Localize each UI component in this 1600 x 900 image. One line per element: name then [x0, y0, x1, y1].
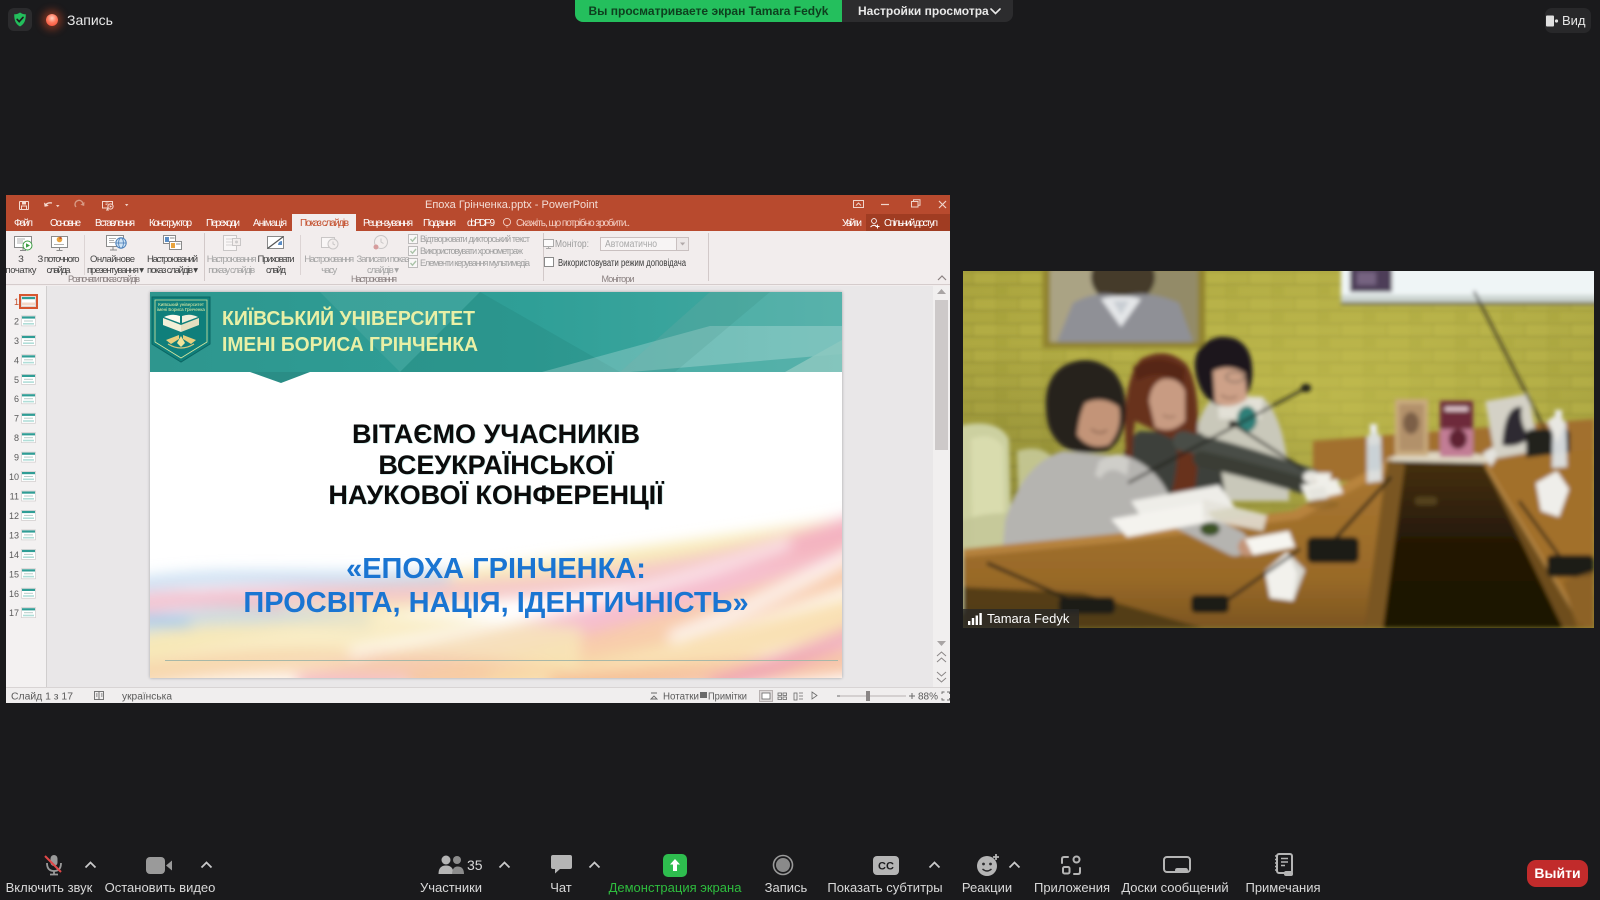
svg-text:Подання: Подання	[423, 218, 456, 229]
svg-text:Конструктор: Конструктор	[149, 218, 192, 229]
svg-text:Спільний доступ: Спільний доступ	[884, 218, 938, 229]
svg-text:Епоха Грінченка.pptx - PowerPo: Епоха Грінченка.pptx - PowerPoint	[425, 199, 598, 211]
svg-text:5: 5	[14, 375, 19, 385]
svg-text:Настроювання: Настроювання	[207, 254, 257, 265]
svg-text:Рецензування: Рецензування	[363, 218, 413, 229]
svg-text:Показ слайдів: Показ слайдів	[300, 218, 349, 229]
svg-text:Переходи: Переходи	[206, 218, 240, 229]
svg-text:часу: часу	[321, 265, 337, 276]
svg-text:імені Бориса Грінченка: імені Бориса Грінченка	[157, 307, 205, 312]
svg-text:11: 11	[10, 492, 19, 502]
svg-text:doPDF 9: doPDF 9	[467, 218, 495, 229]
svg-text:Відтворювати дикторський текст: Відтворювати дикторський текст	[420, 234, 530, 244]
svg-text:Настроювання: Настроювання	[351, 274, 397, 284]
svg-text:15: 15	[9, 569, 19, 579]
svg-text:Використовувати режим доповіда: Використовувати режим доповідача	[558, 258, 686, 269]
svg-text:2: 2	[14, 317, 19, 327]
svg-text:КИЇВСЬКИЙ УНІВЕРСИТЕТ: КИЇВСЬКИЙ УНІВЕРСИТЕТ	[222, 306, 475, 330]
svg-text:8: 8	[14, 433, 19, 443]
svg-text:Приховати: Приховати	[258, 254, 295, 265]
svg-text:Скажіть, що потрібно зробити..: Скажіть, що потрібно зробити..	[516, 217, 630, 229]
svg-text:Нотатки: Нотатки	[663, 692, 699, 703]
svg-text:13: 13	[9, 530, 19, 540]
svg-text:показ слайдів ▾: показ слайдів ▾	[147, 265, 198, 276]
svg-text:6: 6	[14, 394, 19, 404]
svg-text:1: 1	[14, 297, 19, 307]
svg-text:українська: українська	[122, 692, 172, 703]
svg-text:Основне: Основне	[50, 218, 81, 229]
svg-text:Настроювання: Настроювання	[304, 254, 354, 265]
svg-text:Елементи керування мультимедіа: Елементи керування мультимедіа	[420, 258, 530, 268]
svg-text:показу слайдів: показу слайдів	[208, 265, 255, 276]
svg-text:Анімація: Анімація	[253, 218, 287, 229]
svg-text:З поточного: З поточного	[38, 254, 80, 265]
svg-text:16: 16	[9, 589, 19, 599]
svg-text:Настроюваний: Настроюваний	[147, 254, 198, 265]
svg-text:ІМЕНІ БОРИСА ГРІНЧЕНКА: ІМЕНІ БОРИСА ГРІНЧЕНКА	[222, 334, 478, 356]
svg-text:14: 14	[9, 550, 19, 560]
svg-text:Автоматично: Автоматично	[605, 239, 657, 250]
svg-text:Монітори: Монітори	[602, 274, 635, 284]
svg-text:слайд: слайд	[266, 265, 286, 276]
svg-text:Онлайнове: Онлайнове	[90, 254, 135, 265]
svg-text:Монітор:: Монітор:	[555, 239, 589, 250]
svg-text:початку: початку	[6, 265, 37, 276]
svg-text:Увійти: Увійти	[842, 218, 862, 229]
svg-text:10: 10	[9, 472, 19, 482]
svg-text:Слайд 1 з 17: Слайд 1 з 17	[11, 692, 73, 703]
svg-text:12: 12	[9, 511, 19, 521]
svg-text:Файл: Файл	[14, 218, 33, 229]
svg-text:Вставлення: Вставлення	[95, 218, 135, 229]
svg-text:З: З	[18, 254, 24, 265]
svg-text:Примітки: Примітки	[708, 692, 747, 703]
svg-text:CC: CC	[878, 861, 894, 873]
svg-text:9: 9	[14, 453, 19, 463]
svg-text:3: 3	[14, 336, 19, 346]
svg-text:88%: 88%	[918, 692, 938, 703]
svg-text:Записати показ: Записати показ	[357, 254, 410, 265]
svg-text:17: 17	[9, 608, 19, 618]
svg-text:Використовувати хронометраж: Використовувати хронометраж	[420, 246, 523, 256]
svg-text:Розпочати показ слайдів: Розпочати показ слайдів	[68, 274, 140, 284]
svg-text:7: 7	[14, 414, 19, 424]
svg-text:4: 4	[14, 355, 19, 365]
